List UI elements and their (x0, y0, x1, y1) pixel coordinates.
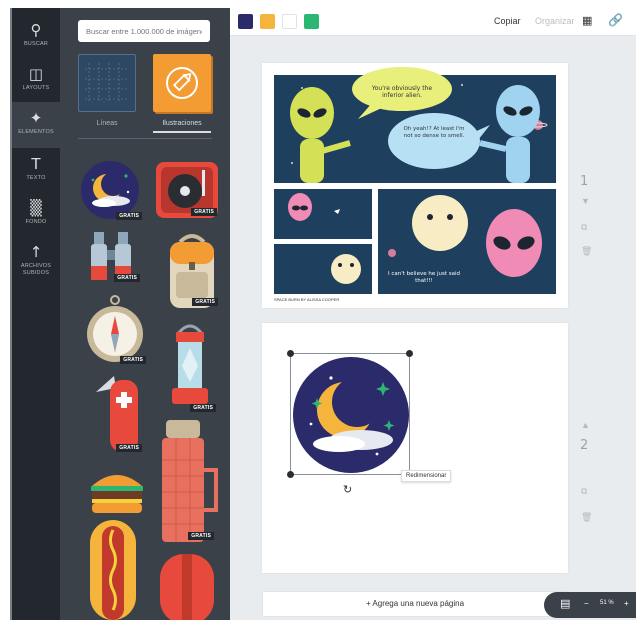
rail-layouts-label: LAYOUTS (22, 85, 50, 91)
thumb-lantern[interactable]: GRATIS (162, 320, 218, 420)
page-number-2: 2 (580, 438, 589, 453)
resize-handle-top-right[interactable] (406, 350, 413, 357)
free-badge: GRATIS (120, 356, 146, 364)
selected-element[interactable]: ↻ (287, 350, 413, 496)
rail-search[interactable]: ⚲ BUSCAR (12, 14, 60, 60)
free-badge: GRATIS (191, 208, 217, 216)
duplicate-page-icon[interactable]: ⧉ (581, 486, 587, 497)
divider (78, 138, 212, 139)
zoom-level: 51 % (600, 600, 614, 606)
free-badge: GRATIS (116, 212, 142, 220)
rail-layouts[interactable]: ◫ LAYOUTS (12, 58, 60, 104)
rail-uploads[interactable]: ↑ ARCHIVOS SUBIDOS (12, 236, 60, 292)
app-window: ⚲ BUSCAR ◫ LAYOUTS ✦ ELEMENTOS T TEXTO ▒… (10, 8, 636, 620)
search-icon: ⚲ (30, 21, 42, 39)
free-badge: GRATIS (190, 404, 216, 412)
comic-bubble-1: You're obviously the inferior alien. (371, 85, 433, 99)
free-badge: GRATIS (114, 274, 140, 282)
burger-icon (91, 475, 143, 513)
thumb-backpack[interactable]: GRATIS (162, 232, 222, 312)
zoom-control: ▤ − 51 % + (544, 592, 636, 618)
color-swatch-yellow[interactable] (260, 14, 275, 29)
thumb-sleeping-bag[interactable] (158, 552, 216, 620)
elements-icon: ✦ (29, 109, 43, 127)
hotdog-icon (90, 520, 136, 620)
page-1[interactable]: You're obviously the inferior alien. Oh … (262, 63, 568, 308)
add-page-button[interactable]: + Agrega una nueva página (262, 591, 568, 617)
resize-tooltip: Redimensionar (401, 470, 452, 482)
upload-icon: ↑ (29, 243, 43, 261)
color-swatch-navy[interactable] (238, 14, 253, 29)
color-swatch-white[interactable] (282, 14, 297, 29)
rail-text-label: TEXTO (26, 175, 46, 181)
thumb-compass[interactable]: GRATIS (84, 294, 146, 366)
category-illustrations-label: Ilustraciones (162, 120, 202, 127)
thumb-hotdog[interactable] (88, 520, 138, 620)
moon-night-illustration (293, 357, 409, 473)
link-icon[interactable]: 🔗 (608, 13, 623, 27)
zoom-in-button[interactable]: + (624, 599, 629, 608)
comic-bubble-3: I can't believe he just said that!!! (387, 271, 461, 284)
search-input[interactable] (78, 20, 210, 42)
rotate-handle[interactable]: ↻ (343, 483, 352, 496)
rail-elements-label: ELEMENTOS (18, 129, 54, 135)
active-tab-underline (153, 131, 211, 133)
top-toolbar: Copiar Organizar ▦ 🔗 (230, 8, 636, 36)
layouts-icon: ◫ (28, 65, 44, 83)
move-down-icon[interactable]: ▼ (581, 196, 590, 206)
category-lines[interactable] (78, 54, 136, 112)
page-number-1: 1 (580, 174, 589, 189)
free-badge: GRATIS (188, 532, 214, 540)
move-up-icon[interactable]: ▲ (581, 420, 590, 430)
rail-background-label: FONDO (25, 219, 47, 225)
arrange-button[interactable]: Organizar (535, 16, 575, 26)
grid-lines-icon (85, 63, 129, 103)
rail-uploads-label: ARCHIVOS SUBIDOS (20, 263, 52, 276)
present-icon[interactable]: ▤ (560, 597, 570, 610)
delete-page-icon[interactable]: 🗑 (581, 246, 592, 257)
thumb-burger[interactable] (88, 464, 146, 516)
page-2[interactable]: ↻ (262, 323, 568, 573)
pencil-icon (166, 67, 198, 99)
free-badge: GRATIS (116, 444, 142, 452)
rail-elements[interactable]: ✦ ELEMENTOS (12, 102, 60, 148)
thermos-icon (162, 420, 218, 542)
rail-background[interactable]: ▒ FONDO (12, 192, 60, 238)
transparency-icon[interactable]: ▦ (582, 14, 592, 27)
rail-search-label: BUSCAR (23, 41, 49, 47)
zoom-out-button[interactable]: − (584, 599, 589, 608)
category-lines-label: Líneas (96, 120, 118, 127)
thumb-swiss-knife[interactable]: GRATIS (88, 368, 146, 458)
thumb-turntable[interactable]: GRATIS (155, 160, 219, 222)
elements-panel: Líneas Ilustraciones GRATIS GRATIS (60, 8, 230, 620)
sleeping-bag-icon (160, 554, 214, 620)
category-illustrations[interactable] (153, 54, 211, 112)
comic-credit: SPACE BURN BY ALISSA COOPER (274, 297, 340, 302)
thumb-thermos[interactable]: GRATIS (156, 420, 220, 546)
left-rail: ⚲ BUSCAR ◫ LAYOUTS ✦ ELEMENTOS T TEXTO ▒… (12, 8, 60, 620)
background-icon: ▒ (30, 199, 42, 217)
moon-night-icon (81, 161, 139, 219)
delete-page-icon[interactable]: 🗑 (581, 512, 592, 523)
text-icon: T (31, 155, 41, 173)
copy-button[interactable]: Copiar (494, 16, 521, 26)
resize-handle-top-left[interactable] (287, 350, 294, 357)
comic-bubble-2: Oh yeah!? At least I'm not so dense to s… (403, 126, 465, 139)
rail-text[interactable]: T TEXTO (12, 148, 60, 194)
thumb-binoculars[interactable]: GRATIS (88, 228, 144, 286)
free-badge: GRATIS (192, 298, 218, 306)
resize-handle-bottom-left[interactable] (287, 471, 294, 478)
thumb-moon-night[interactable]: GRATIS (80, 160, 142, 220)
color-swatch-green[interactable] (304, 14, 319, 29)
duplicate-page-icon[interactable]: ⧉ (581, 222, 587, 233)
